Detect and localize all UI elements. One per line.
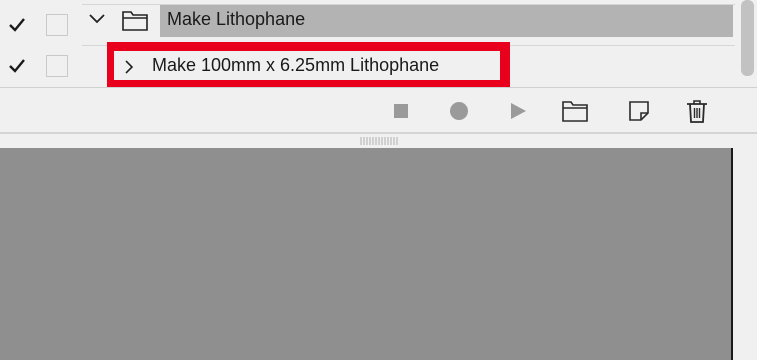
chevron-down-icon[interactable] (88, 12, 106, 26)
right-panel-strip (733, 148, 757, 360)
record-button[interactable] (444, 96, 474, 126)
toggle-checkmark-icon[interactable] (8, 57, 26, 75)
new-set-button[interactable] (560, 96, 590, 126)
dialog-toggle-checkbox[interactable] (46, 14, 68, 36)
canvas-area (0, 148, 757, 360)
stop-button[interactable] (386, 96, 416, 126)
record-icon (450, 102, 468, 120)
toggle-checkmark-icon[interactable] (8, 16, 26, 34)
play-button[interactable] (503, 96, 533, 126)
delete-button[interactable] (682, 96, 712, 126)
folder-icon (122, 11, 148, 31)
scrollbar-thumb[interactable] (741, 0, 754, 76)
play-icon (511, 103, 526, 119)
toolbar-divider (0, 87, 757, 88)
new-action-icon (629, 101, 649, 121)
chevron-right-icon[interactable] (122, 57, 136, 77)
dialog-toggle-checkbox[interactable] (46, 55, 68, 77)
new-action-button[interactable] (624, 96, 654, 126)
trash-icon (687, 100, 707, 123)
grip-lines-icon (360, 137, 398, 145)
stop-icon (394, 104, 408, 118)
new-set-icon (562, 101, 588, 122)
action-label: Make 100mm x 6.25mm Lithophane (152, 55, 440, 75)
action-set-label: Make Lithophane (167, 9, 306, 29)
